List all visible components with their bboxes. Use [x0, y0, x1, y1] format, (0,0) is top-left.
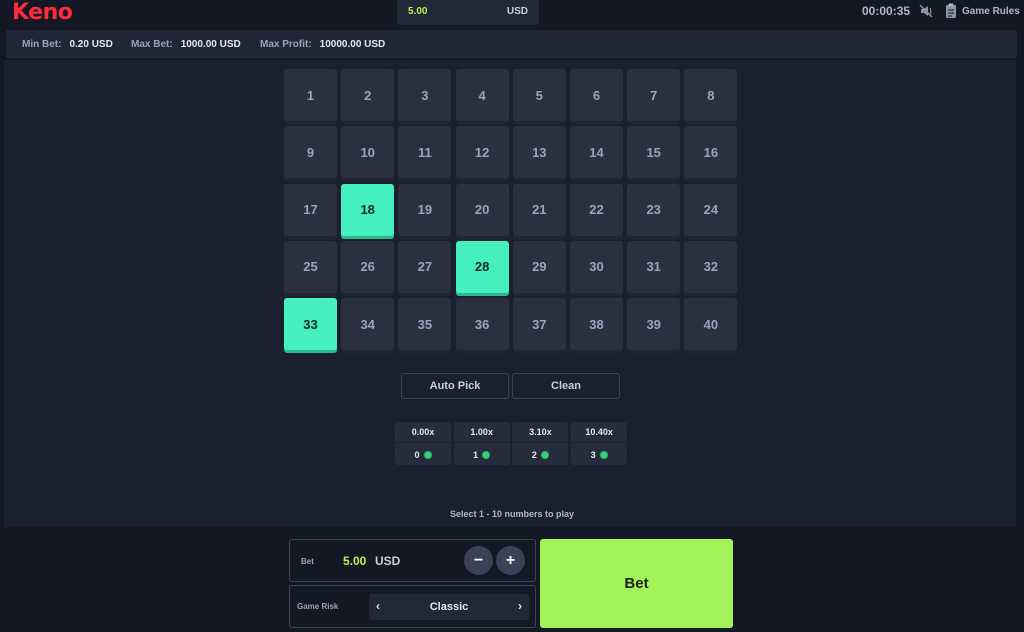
bet-label: Bet: [301, 557, 314, 566]
number-tile-37[interactable]: 37: [512, 298, 566, 351]
number-tile-28[interactable]: 28: [455, 240, 509, 293]
balance-display: 5.00 USD: [397, 0, 539, 25]
hits-count: 3: [590, 449, 596, 460]
number-tile-2[interactable]: 2: [341, 69, 395, 121]
bet-limits-bar: Min Bet: 0.20 USD Max Bet: 1000.00 USD Max…: [6, 30, 1017, 58]
number-tile-16[interactable]: 16: [684, 126, 738, 179]
gem-icon: [423, 450, 432, 459]
payout-hits: 1: [454, 444, 510, 465]
number-tile-40[interactable]: 40: [684, 298, 738, 351]
max-bet: Max Bet: 1000.00 USD: [131, 39, 241, 50]
min-bet: Min Bet: 0.20 USD: [22, 39, 113, 50]
number-tile-5[interactable]: 5: [512, 69, 566, 121]
rules-icon[interactable]: [944, 3, 958, 19]
number-tile-30[interactable]: 30: [570, 240, 623, 293]
number-tile-32[interactable]: 32: [684, 240, 738, 293]
number-tile-31[interactable]: 31: [627, 240, 681, 293]
payout-multiplier: 0.00x: [395, 422, 451, 443]
bet-amount-control: Bet 5.00 USD − +: [289, 539, 536, 582]
number-tile-33[interactable]: 33: [284, 298, 337, 351]
number-tile-21[interactable]: 21: [512, 183, 566, 236]
payout-hits: 0: [395, 444, 451, 465]
instruction-text: Select 1 - 10 numbers to play: [449, 509, 575, 519]
number-tile-24[interactable]: 24: [684, 183, 738, 236]
number-tile-19[interactable]: 19: [398, 183, 452, 236]
chevron-right-icon[interactable]: ›: [518, 599, 522, 613]
min-bet-value: 0.20 USD: [69, 39, 113, 50]
number-tile-36[interactable]: 36: [455, 298, 509, 351]
payout-multiplier: 10.40x: [571, 422, 628, 443]
payout-cell: 10.40x 3: [571, 422, 628, 465]
risk-selector[interactable]: ‹ Classic ›: [369, 594, 529, 620]
game-risk-label: Game Risk: [297, 602, 339, 611]
number-tile-20[interactable]: 20: [455, 183, 509, 236]
number-tile-9[interactable]: 9: [284, 126, 337, 179]
gem-icon: [540, 450, 549, 459]
hits-count: 1: [473, 449, 479, 460]
bet-currency: USD: [375, 554, 401, 568]
max-bet-value: 1000.00 USD: [180, 39, 241, 50]
mute-icon[interactable]: [918, 3, 934, 19]
payout-hits: 2: [512, 444, 568, 465]
payout-cell: 0.00x 0: [395, 422, 451, 465]
number-tile-38[interactable]: 38: [570, 298, 623, 351]
keno-logo: Keno: [12, 0, 73, 25]
number-tile-29[interactable]: 29: [512, 240, 566, 293]
number-tile-35[interactable]: 35: [398, 298, 452, 351]
auto-pick-button[interactable]: Auto Pick: [401, 373, 509, 399]
number-tile-12[interactable]: 12: [455, 126, 509, 179]
number-tile-25[interactable]: 25: [284, 240, 337, 293]
top-bar: Keno 5.00 USD 00:00:35 Game Rules: [0, 0, 1024, 26]
number-tile-14[interactable]: 14: [570, 126, 623, 179]
game-risk-control: Game Risk ‹ Classic ›: [289, 585, 536, 628]
game-area: 1 2 3 4 5 6 7 8 9 10 11 12 13 14 15 16 17 18 19 20 21 22 23 24 2…: [4, 60, 1016, 527]
number-tile-18[interactable]: 18: [341, 183, 395, 236]
number-tile-3[interactable]: 3: [398, 69, 452, 121]
clean-button[interactable]: Clean: [512, 373, 620, 399]
max-bet-label: Max Bet:: [131, 39, 173, 50]
increase-bet-button[interactable]: +: [496, 546, 525, 575]
payout-multiplier: 3.10x: [512, 422, 569, 443]
number-tile-34[interactable]: 34: [341, 298, 395, 351]
risk-value: Classic: [429, 601, 469, 613]
game-rules-link[interactable]: Game Rules: [962, 6, 1020, 17]
number-tile-17[interactable]: 17: [284, 183, 337, 236]
max-profit-label: Max Profit:: [260, 39, 312, 50]
number-tile-10[interactable]: 10: [341, 126, 395, 179]
payout-cell: 3.10x 2: [512, 422, 569, 465]
balance-currency: USD: [506, 6, 528, 17]
number-tile-39[interactable]: 39: [627, 298, 681, 351]
number-tile-11[interactable]: 11: [398, 126, 452, 179]
number-tile-15[interactable]: 15: [627, 126, 681, 179]
number-tile-13[interactable]: 13: [512, 126, 566, 179]
number-tile-26[interactable]: 26: [341, 240, 395, 293]
max-profit-value: 10000.00 USD: [319, 39, 386, 50]
number-tile-27[interactable]: 27: [398, 240, 452, 293]
balance-amount: 5.00: [408, 6, 428, 17]
number-tile-6[interactable]: 6: [570, 69, 623, 121]
number-tile-7[interactable]: 7: [627, 69, 681, 121]
number-tile-8[interactable]: 8: [684, 69, 738, 121]
min-bet-label: Min Bet:: [22, 39, 62, 50]
number-tile-1[interactable]: 1: [284, 69, 337, 121]
decrease-bet-button[interactable]: −: [464, 546, 493, 575]
bet-button[interactable]: Bet: [540, 539, 733, 628]
max-profit: Max Profit: 10000.00 USD: [260, 39, 385, 50]
payout-cell: 1.00x 1: [453, 422, 510, 465]
gem-icon: [482, 450, 491, 459]
payout-hits: 3: [571, 444, 627, 465]
hits-count: 2: [531, 449, 537, 460]
payout-multiplier: 1.00x: [453, 422, 510, 443]
gem-icon: [599, 450, 608, 459]
bet-amount[interactable]: 5.00: [343, 554, 366, 568]
number-tile-23[interactable]: 23: [627, 183, 681, 236]
session-timer: 00:00:35: [862, 4, 911, 18]
number-tile-4[interactable]: 4: [455, 69, 509, 121]
number-tile-22[interactable]: 22: [570, 183, 623, 236]
hits-count: 0: [414, 449, 420, 460]
